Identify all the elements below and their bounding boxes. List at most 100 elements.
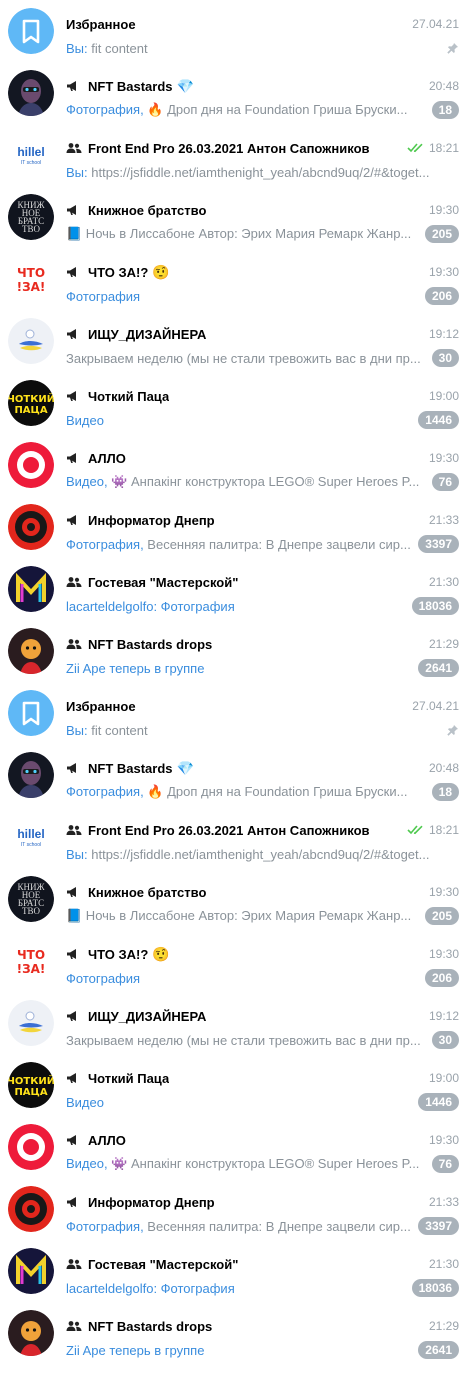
chat-item[interactable]: ЧТО !ЗА! ЧТО ЗА!? 🤨 19:30 Фотография 206 xyxy=(0,248,467,310)
chat-time: 19:30 xyxy=(428,1133,459,1147)
chat-time: 19:30 xyxy=(428,451,459,465)
unread-badge: 3397 xyxy=(418,535,459,553)
chat-item[interactable]: ИЩУ_ДИЗАЙНЕРА 19:12 Закрываем неделю (мы н… xyxy=(0,992,467,1054)
chat-preview-line: Фотография, 🔥 Дроп дня на Foundation Гри… xyxy=(66,783,459,801)
chat-item[interactable]: ЧТО !ЗА! ЧТО ЗА!? 🤨 19:30 Фотография 206 xyxy=(0,930,467,992)
chat-item[interactable]: NFT Bastards 💎 20:48 Фотография, 🔥 Дроп дня… xyxy=(0,62,467,124)
chat-time: 21:30 xyxy=(428,1257,459,1271)
chat-preview: Закрываем неделю (мы не стали тревожить … xyxy=(66,351,426,366)
chat-preview-line: Zii Ape теперь в группе 2641 xyxy=(66,1341,459,1359)
chat-preview-line: Вы: fit content xyxy=(66,721,459,739)
unread-badge: 30 xyxy=(431,349,459,367)
chat-item[interactable]: АЛЛО 19:30 Видео, 👾 Анпакінг конструктора … xyxy=(0,434,467,496)
chat-item[interactable]: Избранное 27.04.21 Вы: fit content xyxy=(0,682,467,744)
chat-item[interactable]: ИЩУ_ДИЗАЙНЕРА 19:12 Закрываем неделю (мы н… xyxy=(0,310,467,372)
svg-text:ТВО: ТВО xyxy=(22,224,41,234)
avatar: ЧТО !ЗА! xyxy=(8,256,54,302)
svg-text:ЧОТКИЙ: ЧОТКИЙ xyxy=(8,1074,54,1087)
avatar xyxy=(8,504,54,550)
chat-time: 21:29 xyxy=(428,637,459,651)
pin-icon xyxy=(447,42,459,54)
unread-badge: 30 xyxy=(431,1031,459,1049)
unread-badge: 18036 xyxy=(411,597,459,615)
group-people-icon xyxy=(66,637,82,651)
chat-title-line: ЧТО ЗА!? 🤨 19:30 xyxy=(66,945,459,963)
avatar: ЧОТКИЙ ПАЦА xyxy=(8,380,54,426)
avatar: ЧОТКИЙ ПАЦА xyxy=(8,1062,54,1108)
chat-preview: lacarteldelgolfo: Фотография xyxy=(66,1281,406,1296)
unread-badge: 18 xyxy=(431,783,459,801)
chat-preview-line: Фотография, Весенняя палитра: В Днепре з… xyxy=(66,535,459,553)
chat-time: 27.04.21 xyxy=(412,699,459,713)
channel-megaphone-icon xyxy=(66,885,82,899)
chat-item[interactable]: Гостевая "Мастерской" 21:30 lacarteldelgol… xyxy=(0,1240,467,1302)
channel-megaphone-icon xyxy=(66,1195,82,1209)
svg-text:ПАЦА: ПАЦА xyxy=(14,1087,47,1098)
preview-text: Анпакінг конструктора LEGO® Super Heroes… xyxy=(127,1156,420,1171)
svg-text:hillel: hillel xyxy=(17,827,44,841)
channel-megaphone-icon xyxy=(66,1133,82,1147)
chat-item[interactable]: Гостевая "Мастерской" 21:30 lacarteldelgol… xyxy=(0,558,467,620)
avatar xyxy=(8,318,54,364)
preview-media-label: Видео xyxy=(66,412,104,428)
group-people-icon xyxy=(66,575,82,589)
group-people-icon xyxy=(66,823,82,837)
chat-item[interactable]: NFT Bastards drops 21:29 Zii Ape теперь в … xyxy=(0,620,467,682)
chat-title: Чоткий Паца xyxy=(88,388,170,404)
chat-title: АЛЛО xyxy=(88,450,126,466)
chat-title: Гостевая "Мастерской" xyxy=(88,574,239,590)
chat-item[interactable]: АЛЛО 19:30 Видео, 👾 Анпакінг конструктора … xyxy=(0,1116,467,1178)
chat-list: Избранное 27.04.21 Вы: fit content NFT Bast… xyxy=(0,0,467,1364)
chat-title-line: ИЩУ_ДИЗАЙНЕРА 19:12 xyxy=(66,325,459,343)
preview-text: Дроп дня на Foundation Гриша Бруски... xyxy=(163,102,408,117)
channel-megaphone-icon xyxy=(66,79,82,93)
preview-text: Закрываем неделю (мы не стали тревожить … xyxy=(66,350,421,366)
chat-preview-line: Фотография 206 xyxy=(66,969,459,987)
chat-title: Книжное братство xyxy=(88,884,207,900)
chat-title: NFT Bastards xyxy=(88,760,173,776)
chat-preview-line: Вы: fit content xyxy=(66,39,459,57)
chat-title: Front End Pro 26.03.2021 Антон Сапожнико… xyxy=(88,822,370,838)
chat-item[interactable]: Информатор Днепр 21:33 Фотография, Весення… xyxy=(0,1178,467,1240)
chat-title-line: NFT Bastards 💎 20:48 xyxy=(66,759,459,777)
chat-preview-line: Вы: https://jsfiddle.net/iamthenight_yea… xyxy=(66,845,459,863)
preview-emoji: 👾 xyxy=(111,1156,128,1171)
chat-item[interactable]: КНИЖ НОЕ БРАТС ТВО Книжное братство 19:30 📘 Но… xyxy=(0,186,467,248)
avatar xyxy=(8,1186,54,1232)
chat-item[interactable]: NFT Bastards 💎 20:48 Фотография, 🔥 Дроп дня… xyxy=(0,744,467,806)
preview-emoji: 🔥 xyxy=(147,784,164,799)
chat-item[interactable]: hillel IT school Front End Pro 26.03.2021 … xyxy=(0,124,467,186)
chat-preview-line: 📘 Ночь в Лиссабоне Автор: Эрих Мария Рем… xyxy=(66,907,459,925)
unread-badge: 205 xyxy=(424,907,459,925)
chat-preview: Вы: https://jsfiddle.net/iamthenight_yea… xyxy=(66,847,459,862)
chat-preview-line: lacarteldelgolfo: Фотография 18036 xyxy=(66,1279,459,1297)
chat-time: 19:30 xyxy=(428,947,459,961)
chat-item[interactable]: КНИЖ НОЕ БРАТС ТВО Книжное братство 19:30 📘 Но… xyxy=(0,868,467,930)
chat-title: ИЩУ_ДИЗАЙНЕРА xyxy=(88,1008,207,1024)
channel-megaphone-icon xyxy=(66,265,82,279)
unread-badge: 205 xyxy=(424,225,459,243)
chat-item[interactable]: ЧОТКИЙ ПАЦА Чоткий Паца 19:00 Видео 1446 xyxy=(0,372,467,434)
preview-emoji: 👾 xyxy=(111,474,128,489)
chat-time: 19:30 xyxy=(428,885,459,899)
chat-item[interactable]: Информатор Днепр 21:33 Фотография, Весення… xyxy=(0,496,467,558)
unread-badge: 2641 xyxy=(418,659,459,677)
channel-megaphone-icon xyxy=(66,1071,82,1085)
chat-time: 21:30 xyxy=(428,575,459,589)
chat-preview: Вы: fit content xyxy=(66,41,441,56)
chat-item[interactable]: NFT Bastards drops 21:29 Zii Ape теперь в … xyxy=(0,1302,467,1364)
chat-item[interactable]: ЧОТКИЙ ПАЦА Чоткий Паца 19:00 Видео 1446 xyxy=(0,1054,467,1116)
channel-megaphone-icon xyxy=(66,389,82,403)
avatar xyxy=(8,690,54,736)
chat-item[interactable]: hillel IT school Front End Pro 26.03.2021 … xyxy=(0,806,467,868)
preview-text: Дроп дня на Foundation Гриша Бруски... xyxy=(163,784,408,799)
chat-item[interactable]: Избранное 27.04.21 Вы: fit content xyxy=(0,0,467,62)
channel-megaphone-icon xyxy=(66,203,82,217)
chat-title-line: Front End Pro 26.03.2021 Антон Сапожнико… xyxy=(66,139,459,157)
avatar xyxy=(8,752,54,798)
unread-badge: 76 xyxy=(431,473,459,491)
avatar: КНИЖ НОЕ БРАТС ТВО xyxy=(8,876,54,922)
title-emoji: 💎 xyxy=(176,78,194,94)
chat-preview: Zii Ape теперь в группе xyxy=(66,661,412,676)
preview-text: https://jsfiddle.net/iamthenight_yeah/ab… xyxy=(91,846,430,862)
